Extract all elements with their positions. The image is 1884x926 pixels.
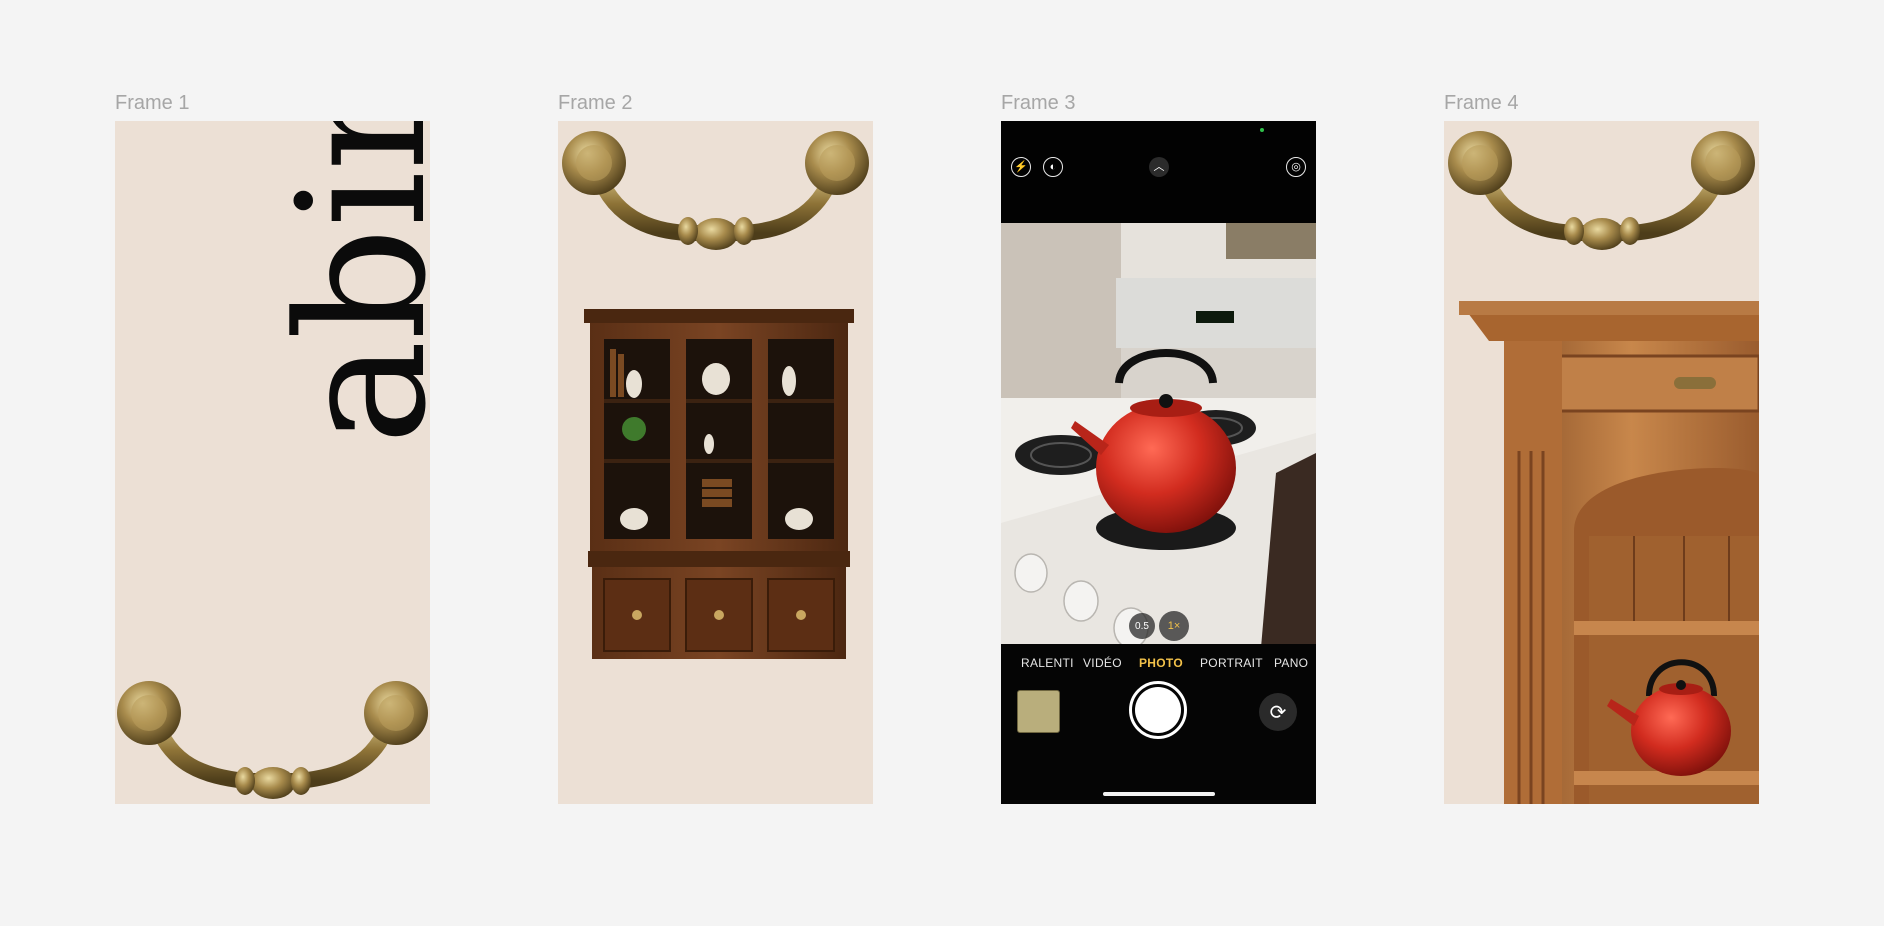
frame-3-camera[interactable]: ⚡ ◐ ︿ ◎ 0.5 1× RALENTI VIDÉO PHOTO PORTR… — [1001, 121, 1316, 804]
mode-photo[interactable]: PHOTO — [1139, 656, 1183, 670]
shutter-button[interactable] — [1129, 681, 1187, 739]
camera-active-indicator — [1260, 128, 1264, 132]
drawer-handle-image — [562, 131, 869, 250]
mode-ralenti[interactable]: RALENTI — [1021, 656, 1074, 670]
frame-4-label[interactable]: Frame 4 — [1444, 92, 1518, 115]
cabinet-title-text: abinet — [260, 121, 430, 445]
chevron-up-icon[interactable]: ︿ — [1149, 157, 1169, 177]
zoom-1x-button[interactable]: 1× — [1159, 611, 1189, 641]
frame-3-label[interactable]: Frame 3 — [1001, 92, 1075, 115]
flip-camera-icon[interactable]: ⟳ — [1259, 693, 1297, 731]
mode-video[interactable]: VIDÉO — [1083, 656, 1122, 670]
live-photo-icon[interactable]: ◐ — [1043, 157, 1063, 177]
mode-portrait[interactable]: PORTRAIT — [1200, 656, 1263, 670]
frame-4[interactable] — [1444, 121, 1759, 804]
cabinet-closeup-image — [1459, 301, 1759, 804]
drawer-handle-image — [117, 681, 428, 799]
settings-icon[interactable]: ◎ — [1286, 157, 1306, 177]
gallery-thumbnail[interactable] — [1017, 690, 1060, 733]
frame-2-label[interactable]: Frame 2 — [558, 92, 632, 115]
cabinet-image — [584, 309, 854, 659]
frame-1[interactable]: abinet — [115, 121, 430, 804]
mode-pano[interactable]: PANO — [1274, 656, 1308, 670]
home-indicator — [1103, 792, 1215, 796]
drawer-handle-image — [1448, 131, 1755, 250]
zoom-0.5-button[interactable]: 0.5 — [1129, 613, 1155, 639]
frame-1-label[interactable]: Frame 1 — [115, 92, 189, 115]
frame-2[interactable] — [558, 121, 873, 804]
flash-icon[interactable]: ⚡ — [1011, 157, 1031, 177]
